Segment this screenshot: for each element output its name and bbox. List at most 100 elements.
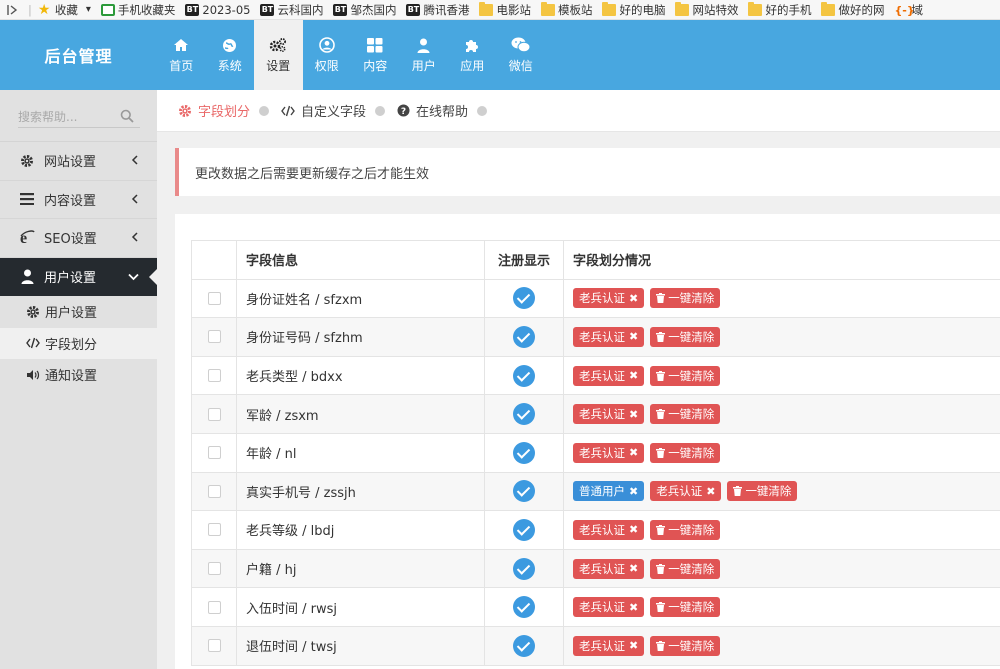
nav-wechat[interactable]: 微信 bbox=[497, 20, 546, 90]
row-select-cell bbox=[191, 587, 237, 627]
bookmark-item[interactable]: 模板站 bbox=[540, 1, 592, 18]
veteran-cert-tag[interactable]: 老兵认证 ✖ bbox=[573, 635, 645, 656]
sidebar-subitem-0[interactable]: 用户设置 bbox=[0, 296, 157, 328]
bookmark-item[interactable]: 网站特效 bbox=[675, 1, 739, 18]
clear-all-button[interactable]: 一键清除 bbox=[650, 404, 721, 425]
check-circle-icon[interactable] bbox=[513, 287, 535, 310]
content-tabs: 字段划分 自定义字段? 在线帮助 bbox=[157, 90, 1000, 132]
veteran-cert-tag[interactable]: 老兵认证 ✖ bbox=[573, 558, 645, 579]
nav-label: 首页 bbox=[169, 59, 194, 73]
nav-system[interactable]: 系统 bbox=[206, 20, 255, 90]
folder-icon bbox=[675, 1, 690, 16]
veteran-cert-tag[interactable]: 老兵认证 ✖ bbox=[573, 326, 645, 347]
check-circle-icon[interactable] bbox=[513, 403, 535, 426]
nav-apps[interactable]: 应用 bbox=[448, 20, 497, 90]
bookmark-item[interactable]: BT 邹杰国内 bbox=[333, 2, 396, 18]
check-circle-icon[interactable] bbox=[513, 364, 535, 387]
sidebar-subitem-label: 用户设置 bbox=[45, 306, 98, 322]
bookmark-item[interactable]: 手机收藏夹 bbox=[100, 2, 175, 18]
check-circle-icon[interactable] bbox=[513, 557, 535, 580]
check-circle-icon[interactable] bbox=[513, 480, 535, 503]
row-checkbox[interactable] bbox=[207, 600, 221, 614]
check-circle-icon[interactable] bbox=[513, 634, 535, 657]
check-circle-icon[interactable] bbox=[513, 518, 535, 541]
row-checkbox[interactable] bbox=[207, 446, 221, 460]
tab-label: 自定义字段 bbox=[301, 105, 367, 120]
sidebar-group-3[interactable]: 用户设置 bbox=[0, 257, 157, 296]
sidebar-group-2[interactable]: e SEO设置 bbox=[0, 219, 157, 258]
bookmark-item[interactable]: 好的电脑 bbox=[602, 1, 665, 18]
field-info-cell: 真实手机号 / zssjh bbox=[236, 471, 485, 512]
clear-all-button[interactable]: 一键清除 bbox=[650, 326, 721, 347]
check-circle-icon[interactable] bbox=[513, 325, 535, 348]
veteran-cert-tag[interactable]: 老兵认证 ✖ bbox=[573, 288, 645, 309]
sidebar-group-label: 网站设置 bbox=[44, 155, 97, 171]
tab-label: 在线帮助 bbox=[416, 105, 469, 120]
dropdown-caret-icon[interactable]: ▾ bbox=[86, 4, 91, 15]
table-row: 身份证号码 / sfzhm 老兵认证 ✖ 一键清除 bbox=[191, 317, 1000, 357]
user-circle-icon bbox=[318, 36, 335, 54]
clear-all-button[interactable]: 一键清除 bbox=[650, 365, 721, 386]
close-icon: ✖ bbox=[629, 291, 639, 305]
clear-all-button[interactable]: 一键清除 bbox=[650, 597, 721, 618]
sidebar-toggle-icon[interactable] bbox=[6, 4, 18, 16]
bookmark-item[interactable]: BT 云科国内 bbox=[260, 2, 323, 18]
nav-home[interactable]: 首页 bbox=[157, 20, 206, 90]
veteran-cert-tag[interactable]: 老兵认证 ✖ bbox=[573, 597, 645, 618]
field-division-cell: 老兵认证 ✖ 一键清除 bbox=[563, 625, 1000, 666]
bookmark-item[interactable]: BT 2023-05 bbox=[185, 3, 250, 17]
row-checkbox[interactable] bbox=[207, 291, 221, 305]
row-checkbox[interactable] bbox=[207, 369, 221, 383]
normal-user-tag[interactable]: 普通用户 ✖ bbox=[573, 481, 645, 502]
bookmark-label: 网站特效 bbox=[692, 2, 739, 17]
sidebar-subitem-2[interactable]: 通知设置 bbox=[0, 359, 157, 391]
clear-all-button[interactable]: 一键清除 bbox=[650, 558, 721, 579]
search-icon[interactable] bbox=[120, 109, 134, 127]
row-checkbox[interactable] bbox=[207, 639, 221, 653]
check-circle-icon[interactable] bbox=[513, 596, 535, 619]
sidebar-group-1[interactable]: 内容设置 bbox=[0, 181, 157, 219]
grid-icon bbox=[367, 36, 383, 54]
veteran-cert-tag[interactable]: 老兵认证 ✖ bbox=[650, 481, 722, 502]
tag-label: 老兵认证 bbox=[579, 445, 625, 460]
nav-permission[interactable]: 权限 bbox=[303, 20, 352, 90]
bookmark-item[interactable]: 做好的网 bbox=[821, 1, 884, 18]
bookmark-item[interactable]: ★ 收藏 ▾ bbox=[38, 2, 91, 18]
nav-settings[interactable]: 设置 bbox=[254, 20, 303, 90]
question-icon: ? bbox=[397, 104, 410, 117]
nav-content[interactable]: 内容 bbox=[351, 20, 400, 90]
sidebar-group-0[interactable]: 网站设置 bbox=[0, 142, 157, 181]
sidebar-group-label: 内容设置 bbox=[44, 193, 97, 209]
bookmark-item[interactable]: {-} 域 bbox=[894, 2, 923, 18]
folder-icon bbox=[479, 1, 494, 16]
clear-all-button[interactable]: 一键清除 bbox=[650, 519, 721, 540]
bookmark-item[interactable]: 电影站 bbox=[479, 1, 531, 18]
veteran-cert-tag[interactable]: 老兵认证 ✖ bbox=[573, 519, 645, 540]
field-info-header: 字段信息 bbox=[236, 240, 485, 280]
bookmark-item[interactable]: BT 腾讯香港 bbox=[406, 2, 469, 18]
sidebar-subitem-1[interactable]: 字段划分 bbox=[0, 327, 157, 359]
row-checkbox[interactable] bbox=[207, 330, 221, 344]
row-checkbox[interactable] bbox=[207, 562, 221, 576]
clear-all-button[interactable]: 一键清除 bbox=[650, 442, 721, 463]
clear-all-button[interactable]: 一键清除 bbox=[650, 635, 721, 656]
row-checkbox[interactable] bbox=[207, 484, 221, 498]
tab-2[interactable]: ? 在线帮助 bbox=[397, 101, 491, 120]
register-display-cell bbox=[484, 278, 564, 319]
tab-0[interactable]: 字段划分 bbox=[178, 101, 273, 120]
clear-all-button[interactable]: 一键清除 bbox=[727, 481, 798, 502]
tab-1[interactable]: 自定义字段 bbox=[281, 101, 389, 120]
nav-users[interactable]: 用户 bbox=[400, 20, 449, 90]
trash-icon bbox=[656, 602, 666, 613]
veteran-cert-tag[interactable]: 老兵认证 ✖ bbox=[573, 365, 645, 386]
clear-all-button[interactable]: 一键清除 bbox=[650, 288, 721, 309]
check-circle-icon[interactable] bbox=[513, 441, 535, 464]
bookmark-item[interactable]: 好的手机 bbox=[748, 1, 811, 18]
veteran-cert-tag[interactable]: 老兵认证 ✖ bbox=[573, 404, 645, 425]
tab-label: 字段划分 bbox=[198, 105, 251, 120]
row-checkbox[interactable] bbox=[207, 407, 221, 421]
veteran-cert-tag[interactable]: 老兵认证 ✖ bbox=[573, 442, 645, 463]
close-icon: ✖ bbox=[706, 484, 716, 498]
tag-label: 一键清除 bbox=[745, 484, 792, 499]
row-checkbox[interactable] bbox=[207, 523, 221, 537]
